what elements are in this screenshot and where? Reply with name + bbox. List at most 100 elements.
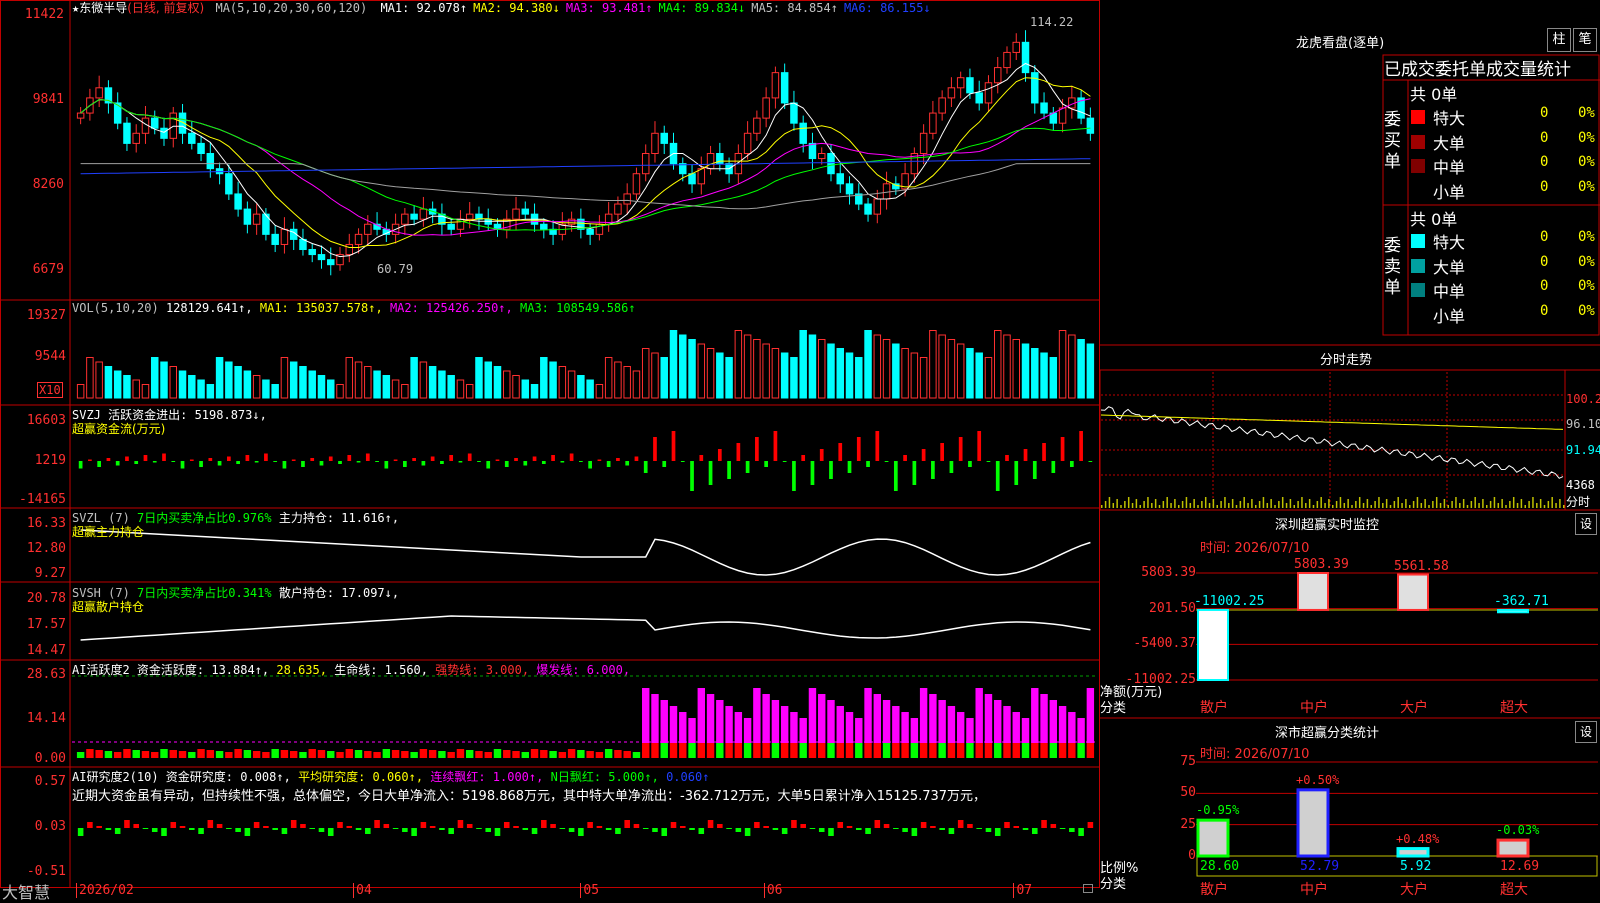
stats-title: 深市超赢分类统计 [1275,726,1380,741]
monitor-category-label: 超大 [1500,700,1528,716]
monitor-bar [1297,572,1329,611]
bar-mode-button[interactable]: 柱 [1547,28,1571,52]
volume-bar [845,352,854,399]
ai2-bar [957,820,964,828]
ai1-bar-top [910,718,919,743]
svzj-bar [477,461,481,462]
svzj-tick: 16603 [26,413,66,428]
volume-bar [150,357,159,399]
monitor-value-label: 5803.39 [1294,557,1349,572]
ai2-bar [1022,828,1029,830]
volume-bar [762,343,770,399]
ai1-bar [623,751,631,758]
ai2-comment: 近期大资金虽有异动，但持续性不强，总体偏空，今日大单净流入：5198.868万元… [72,789,987,804]
svzj-bar [291,459,296,461]
ai2-bar [939,828,945,830]
ai1-bar [716,743,724,758]
candle-body [243,208,252,225]
ai2-bar [513,826,519,828]
ai1-bar [706,743,715,758]
ai2-label: AI研究度2(10) 资金研究度: 0.008↑, [72,770,291,784]
stats-settings-button[interactable]: 设 [1575,721,1597,743]
ai2-bar [207,820,214,828]
candle-body [762,97,770,119]
order-type-label: 中单 [1433,158,1466,177]
monitor-value-label: -11002.25 [1194,593,1265,609]
order-stats-tabs[interactable]: 已成交委托单成交量统计 [1384,55,1598,80]
monitor-category-label: 散户 [1200,700,1228,716]
ai2-bar [578,828,584,836]
ma-line [80,158,1091,175]
volume-bar [892,343,900,399]
svzj-bar [866,461,870,467]
svzj-bar [903,455,907,461]
order-color-swatch [1411,183,1425,198]
ai1-bar-top [1031,688,1039,743]
ai1-bar [234,749,242,758]
intraday-volume-bar [1374,501,1376,508]
order-percent: 0% [1578,302,1595,319]
ai2-bar [114,828,121,834]
order-count: 0 [1540,154,1549,170]
volume-bar [873,334,882,399]
svzj-bar [995,461,1000,491]
ai1-bar-top [938,700,946,743]
vol-unit-badge[interactable]: X10 [37,382,63,398]
stats-change-label: +0.50% [1296,772,1340,787]
svzj-bar [662,461,667,467]
chart-mode[interactable]: (日线, 前复权) [127,1,204,15]
intraday-volume-bar [1143,501,1145,508]
intraday-volume-bar [1228,503,1230,508]
chart-canvas[interactable] [0,0,1600,900]
monitor-category-label: 中户 [1300,700,1328,716]
candle-body [614,203,622,215]
stats-time: 时间: 2026/07/10 [1200,747,1310,762]
ai1-bar [465,750,474,758]
ai2-bar [633,824,640,828]
volume-bar [771,348,780,399]
ai1-bar-top [679,712,687,743]
svzj-bar [449,455,454,461]
intraday-volume-bar [1385,499,1388,508]
ai1-bar [428,750,437,758]
svzj-bar [412,458,416,461]
ai2-bar [226,828,232,829]
intraday-volume-bar [1520,499,1523,508]
ai1-bar-top [762,694,770,743]
svsh-line [80,615,1091,641]
app-logo[interactable]: 大智慧 [2,879,50,903]
ai2-bar [865,828,871,834]
intraday-volume-bar [1251,499,1253,508]
ai2-bar [485,828,492,832]
pen-mode-button[interactable]: 笔 [1573,28,1597,52]
ai2-bar [698,828,705,834]
svzj-bar [347,455,352,461]
monitor-settings-button[interactable]: 设 [1575,513,1597,535]
svzj-bar [875,431,880,461]
intraday-volume-bar [1378,497,1380,508]
candle-body [280,228,289,245]
ai2-bar [216,824,223,828]
svsh-ratio: 7日内买卖净占比0.341% [137,586,272,600]
intraday-volume-bar [1151,503,1153,508]
order-percent: 0% [1578,178,1595,195]
intraday-volume-bar [1193,499,1195,508]
stats-bar [1496,838,1530,858]
candle-body [706,153,715,170]
intraday-volume-bar [1563,505,1565,508]
volume-bar [1012,339,1021,399]
candle-body [808,142,817,160]
vol-tick: 19327 [26,308,66,323]
ai2-bar [707,820,714,828]
candle-body [799,122,807,144]
candle-body [993,67,1002,84]
candle-body [540,223,548,230]
date-label: 2026/02 [76,883,134,898]
candle-body [160,127,168,139]
ai1-bar [1040,743,1048,758]
intraday-volume-bar [1559,499,1561,508]
ai1-bar [86,749,94,758]
lock-icon[interactable] [1083,884,1093,893]
stock-name[interactable]: 东微半导 [79,1,127,15]
ai1-bar [188,752,196,758]
